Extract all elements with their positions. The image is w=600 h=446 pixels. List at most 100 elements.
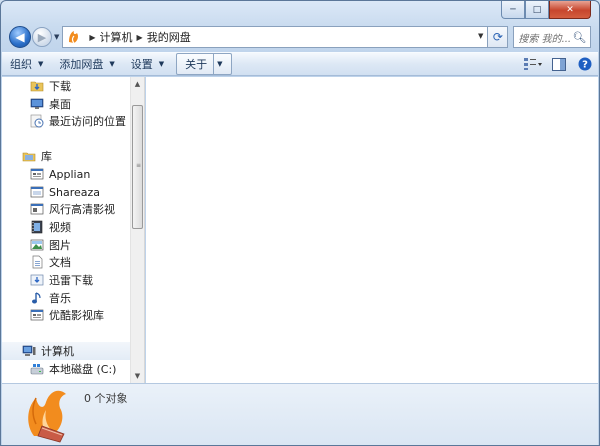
file-list-area[interactable]: [146, 77, 598, 383]
details-pane: 0 个对象: [2, 383, 598, 445]
sidebar-item-documents[interactable]: 文档: [30, 253, 71, 271]
settings-menu[interactable]: 设置 ▼: [123, 53, 172, 75]
sidebar-item-shareaza[interactable]: Shareaza: [30, 183, 100, 201]
search-icon[interactable]: 🔍︎: [572, 31, 586, 44]
preview-pane-icon: [552, 57, 566, 71]
chevron-right-icon[interactable]: ▶: [89, 33, 95, 42]
sidebar-item-thunder-downloads[interactable]: 迅雷下载: [30, 271, 93, 289]
help-button[interactable]: ?: [572, 53, 598, 75]
change-view-button[interactable]: [520, 53, 546, 75]
grip-icon: ≡: [136, 162, 142, 169]
scrollbar-thumb[interactable]: ≡: [132, 105, 143, 229]
sidebar-item-label: Shareaza: [49, 185, 100, 199]
about-dropdown[interactable]: ▼: [213, 54, 223, 74]
search-input[interactable]: 搜索 我的... 🔍︎: [513, 26, 592, 48]
picture-icon: [30, 238, 44, 252]
sidebar-item-label: 文档: [49, 256, 71, 269]
close-button[interactable]: ✕: [549, 1, 591, 19]
navigation-pane[interactable]: 下载 桌面 最近访问的位置 库 Applian Shareaza 风行高清影视 …: [2, 77, 130, 383]
help-icon: ?: [578, 57, 592, 71]
item-count: 0 个对象: [84, 392, 128, 405]
scroll-down-arrow-icon[interactable]: ▼: [131, 369, 144, 383]
app-icon: [30, 167, 44, 181]
netdisk-fox-icon: [66, 29, 82, 45]
navigation-scrollbar[interactable]: ▲ ≡ ▼: [130, 77, 145, 383]
netdisk-fox-logo-icon: [28, 390, 66, 443]
computer-header-label: 计算机: [41, 345, 74, 358]
chevron-right-icon[interactable]: ▶: [137, 33, 143, 42]
library-header-label: 库: [41, 150, 52, 163]
music-icon: [30, 291, 44, 305]
sidebar-item-desktop[interactable]: 桌面: [30, 95, 71, 113]
download-folder-icon: [30, 79, 44, 93]
organize-menu[interactable]: 组织 ▼: [2, 53, 51, 75]
document-icon: [30, 255, 44, 269]
chevron-down-icon: ▼: [217, 60, 223, 68]
search-placeholder: 搜索 我的...: [518, 33, 572, 45]
maximize-button[interactable]: □: [525, 1, 549, 19]
sidebar-item-applian[interactable]: Applian: [30, 165, 90, 183]
svg-text:?: ?: [582, 60, 588, 71]
view-tools: ?: [520, 53, 598, 75]
sidebar-item-recent-places[interactable]: 最近访问的位置: [30, 112, 126, 130]
desktop-icon: [30, 97, 44, 111]
sidebar-item-downloads[interactable]: 下载: [30, 77, 71, 95]
arrow-left-icon: ◀: [15, 30, 25, 44]
chevron-down-icon: ▼: [38, 60, 44, 68]
sidebar-group-computer[interactable]: 计算机: [2, 342, 130, 360]
sidebar-item-label: 音乐: [49, 292, 71, 305]
refresh-icon: ⟳: [492, 30, 503, 44]
hard-disk-icon: [30, 362, 44, 376]
refresh-button[interactable]: ⟳: [488, 26, 509, 48]
about-label: 关于: [185, 58, 208, 71]
back-button[interactable]: ◀: [9, 26, 31, 48]
sidebar-item-music[interactable]: 音乐: [30, 289, 71, 307]
sidebar-group-libraries[interactable]: 库: [22, 147, 52, 165]
recent-places-icon: [30, 114, 44, 128]
sidebar-item-label: 视频: [49, 221, 71, 234]
sidebar-item-label: 桌面: [49, 98, 71, 111]
about-split-button[interactable]: 关于 ▼: [176, 53, 232, 75]
command-bar: 组织 ▼ 添加网盘 ▼ 设置 ▼ 关于 ▼ ?: [2, 52, 598, 76]
sidebar-item-label: 图片: [49, 239, 71, 252]
app-icon: [30, 202, 44, 216]
sidebar-item-label: 下载: [49, 80, 71, 93]
sidebar-item-label: 本地磁盘 (C:): [49, 363, 117, 376]
chevron-down-icon: ▼: [158, 60, 165, 68]
organize-label: 组织: [10, 58, 32, 71]
scroll-up-arrow-icon[interactable]: ▲: [131, 77, 144, 91]
sidebar-item-funshion[interactable]: 风行高清影视: [30, 200, 115, 218]
recent-pages-dropdown[interactable]: ▼: [54, 33, 59, 41]
breadcrumb-my-netdisk[interactable]: 我的网盘: [147, 29, 191, 45]
explorer-window: ─ □ ✕ ◀ ▶ ▼ ▶ 计算机 ▶ 我的网盘 ▼ ⟳ 搜索 我的... 🔍︎: [0, 0, 600, 446]
sidebar-item-label: Applian: [49, 167, 91, 181]
sidebar-item-label: 迅雷下载: [49, 274, 93, 287]
video-icon: [30, 220, 44, 234]
forward-button[interactable]: ▶: [32, 27, 52, 47]
chevron-down-icon: ▼: [109, 60, 115, 68]
sidebar-item-label: 风行高清影视: [49, 203, 115, 216]
minimize-button[interactable]: ─: [501, 1, 525, 19]
navigation-bar: ◀ ▶ ▼ ▶ 计算机 ▶ 我的网盘 ▼ ⟳ 搜索 我的... 🔍︎: [5, 23, 595, 51]
sidebar-item-local-disk-c[interactable]: 本地磁盘 (C:): [30, 360, 116, 378]
breadcrumb-computer[interactable]: 计算机: [100, 29, 133, 45]
download-icon: [30, 273, 44, 287]
app-icon: [30, 308, 44, 322]
add-drive-menu[interactable]: 添加网盘 ▼: [51, 53, 122, 75]
add-drive-label: 添加网盘: [59, 58, 104, 71]
address-bar[interactable]: ▶ 计算机 ▶ 我的网盘 ▼: [62, 26, 489, 48]
sidebar-item-label: 优酷影视库: [49, 309, 104, 322]
app-icon: [30, 185, 44, 199]
view-details-icon: [524, 58, 542, 70]
preview-pane-button[interactable]: [546, 53, 572, 75]
chevron-down-icon[interactable]: ▼: [478, 32, 483, 40]
library-folder-icon: [22, 149, 36, 163]
arrow-right-icon: ▶: [37, 30, 47, 44]
sidebar-item-pictures[interactable]: 图片: [30, 236, 71, 254]
sidebar-item-videos[interactable]: 视频: [30, 218, 71, 236]
computer-icon: [22, 344, 36, 358]
sidebar-item-label: 最近访问的位置: [49, 115, 126, 128]
settings-label: 设置: [130, 58, 153, 71]
window-caption-buttons: ─ □ ✕: [501, 1, 591, 20]
sidebar-item-youku[interactable]: 优酷影视库: [30, 306, 104, 324]
